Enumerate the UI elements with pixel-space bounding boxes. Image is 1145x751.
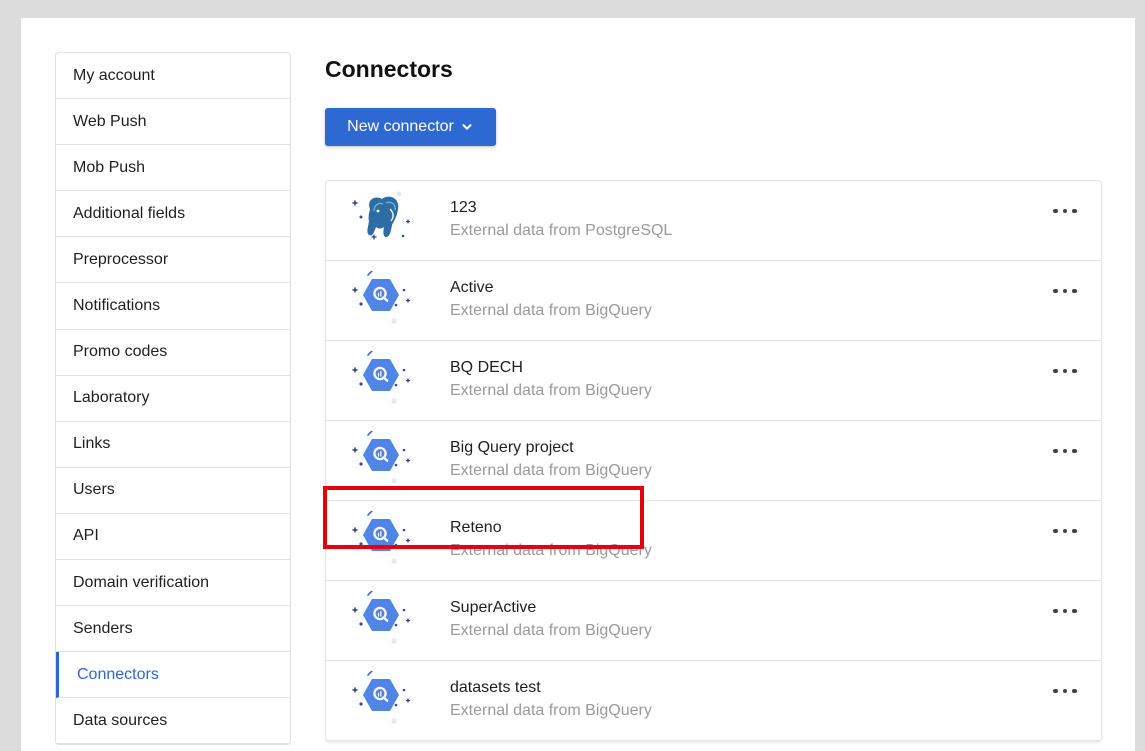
sidebar-item-laboratory[interactable]: Laboratory <box>56 376 290 422</box>
more-options-icon[interactable] <box>1053 365 1077 377</box>
sidebar-item-api[interactable]: API <box>56 514 290 561</box>
sidebar-item-notifications[interactable]: Notifications <box>56 283 290 330</box>
bigquery-icon <box>350 510 412 569</box>
bigquery-icon <box>350 430 412 489</box>
connector-row[interactable]: SuperActive External data from BigQuery <box>326 581 1101 661</box>
new-connector-button[interactable]: New connector <box>325 108 496 146</box>
sidebar-item-additional-fields[interactable]: Additional fields <box>56 191 290 238</box>
sidebar-item-connectors[interactable]: Connectors <box>56 652 290 699</box>
bigquery-icon <box>350 670 412 729</box>
sidebar-item-data-sources[interactable]: Data sources <box>56 698 290 745</box>
connector-description: External data from PostgreSQL <box>450 222 673 239</box>
connector-name[interactable]: SuperActive <box>450 599 536 617</box>
connector-row[interactable]: Reteno External data from BigQuery <box>326 501 1101 581</box>
connector-description: External data from BigQuery <box>450 702 652 719</box>
connector-description: External data from BigQuery <box>450 462 652 479</box>
connector-name[interactable]: BQ DECH <box>450 359 523 377</box>
sidebar-item-my-account[interactable]: My account <box>56 53 290 100</box>
connector-description: External data from BigQuery <box>450 542 652 559</box>
more-options-icon[interactable] <box>1053 605 1077 617</box>
more-options-icon[interactable] <box>1053 445 1077 457</box>
connector-description: External data from BigQuery <box>450 382 652 399</box>
sidebar-item-preprocessor[interactable]: Preprocessor <box>56 237 290 284</box>
settings-sidebar: My account Web Push Mob Push Additional fie… <box>55 52 291 746</box>
connector-row[interactable]: datasets test External data from BigQuery <box>326 661 1101 741</box>
connector-description: External data from BigQuery <box>450 622 652 639</box>
new-connector-label: New connector <box>347 118 454 135</box>
sidebar-item-web-push[interactable]: Web Push <box>56 99 290 146</box>
more-options-icon[interactable] <box>1053 205 1077 217</box>
connector-row[interactable]: 123 External data from PostgreSQL <box>326 181 1101 261</box>
content-panel: My account Web Push Mob Push Additional fie… <box>21 18 1135 751</box>
connector-name[interactable]: 123 <box>450 199 477 217</box>
connector-row[interactable]: Big Query project External data from BigQ… <box>326 421 1101 501</box>
bigquery-icon <box>350 590 412 649</box>
connector-row[interactable]: BQ DECH External data from BigQuery <box>326 341 1101 421</box>
connector-description: External data from BigQuery <box>450 302 652 319</box>
postgresql-icon <box>350 191 412 249</box>
connector-list: 123 External data from PostgreSQL Active E… <box>325 180 1102 742</box>
page-title: Connectors <box>325 56 453 82</box>
connector-name[interactable]: Big Query project <box>450 439 574 457</box>
sidebar-item-promo-codes[interactable]: Promo codes <box>56 330 290 376</box>
connector-name[interactable]: Active <box>450 279 494 297</box>
chevron-down-icon <box>462 124 472 130</box>
sidebar-item-domain-verification[interactable]: Domain verification <box>56 560 290 607</box>
bigquery-icon <box>350 270 412 329</box>
sidebar-item-senders[interactable]: Senders <box>56 606 290 653</box>
sidebar-item-mob-push[interactable]: Mob Push <box>56 145 290 192</box>
more-options-icon[interactable] <box>1053 525 1077 537</box>
connector-name[interactable]: datasets test <box>450 679 541 697</box>
sidebar-item-links[interactable]: Links <box>56 422 290 468</box>
more-options-icon[interactable] <box>1053 285 1077 297</box>
sidebar-item-users[interactable]: Users <box>56 468 290 514</box>
bigquery-icon <box>350 350 412 409</box>
connector-name[interactable]: Reteno <box>450 519 502 537</box>
connector-row[interactable]: Active External data from BigQuery <box>326 261 1101 341</box>
more-options-icon[interactable] <box>1053 685 1077 697</box>
